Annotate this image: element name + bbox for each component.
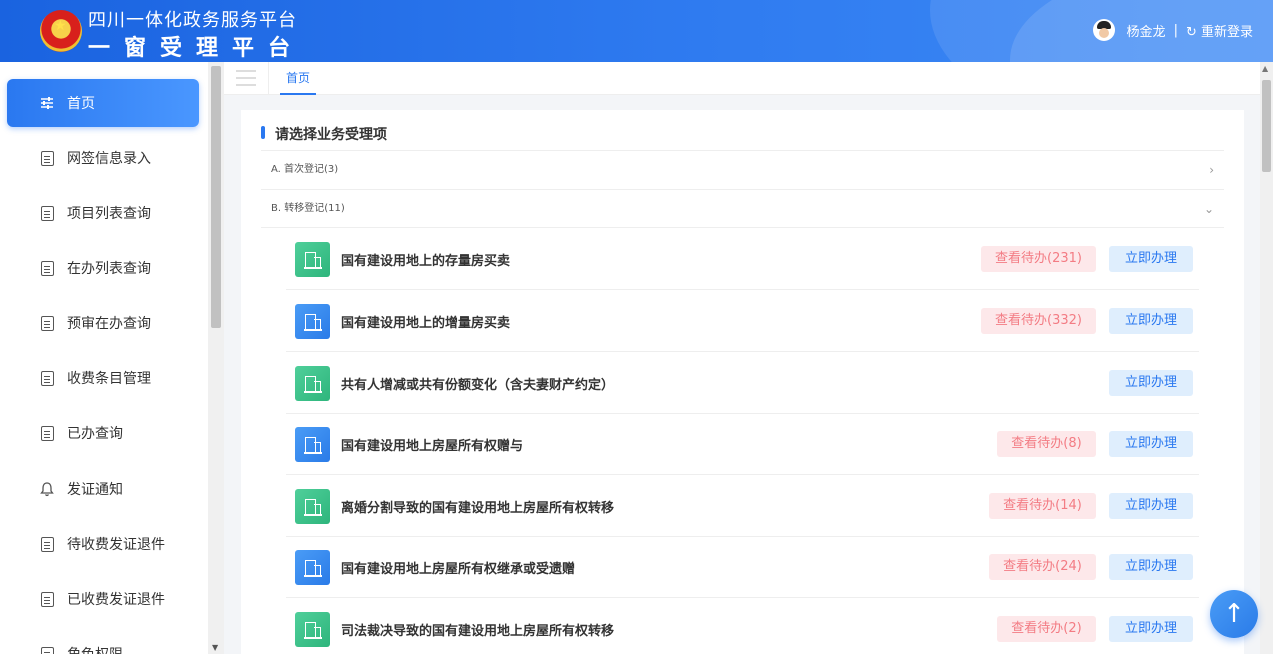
sidebar-item-label: 角色权限 — [67, 644, 123, 654]
sidebar-item-label: 首页 — [67, 96, 95, 112]
sidebar-scrollbar[interactable]: ▼ — [208, 62, 224, 654]
view-pending-button[interactable]: 查看待办(14) — [989, 493, 1096, 519]
building-icon — [295, 489, 330, 524]
list-item: 国有建设用地上的存量房买卖 查看待办(231) 立即办理 — [286, 228, 1199, 290]
chevron-right-icon: › — [1209, 163, 1214, 177]
sidebar-item-fee-management[interactable]: 收费条目管理 — [7, 354, 199, 402]
chevron-down-icon: ⌄ — [1203, 202, 1214, 216]
business-name: 国有建设用地上房屋所有权赠与 — [341, 439, 524, 454]
document-icon — [39, 370, 55, 386]
refresh-icon: ↻ — [1185, 24, 1201, 40]
relogin-button[interactable]: ↻ 重新登录 — [1186, 21, 1253, 40]
username: 杨金龙 — [1126, 24, 1166, 40]
scroll-up-arrow-icon[interactable]: ▲ — [1262, 64, 1268, 73]
divider — [268, 62, 269, 95]
tab-bar: 首页 — [224, 62, 1260, 95]
sidebar-item-label: 预审在办查询 — [67, 316, 151, 332]
building-icon — [295, 550, 330, 585]
view-pending-button[interactable]: 查看待办(231) — [981, 246, 1096, 272]
sidebar-item-label: 在办列表查询 — [67, 261, 151, 277]
building-icon — [295, 242, 330, 277]
sidebar-item-contract-entry[interactable]: 网签信息录入 — [7, 134, 199, 182]
menu-toggle-icon[interactable] — [236, 70, 256, 86]
main-scrollbar[interactable]: ▲ — [1260, 62, 1273, 654]
list-item: 离婚分割导致的国有建设用地上房屋所有权转移 查看待办(14) 立即办理 — [286, 475, 1199, 537]
list-item: 共有人增减或共有份额变化（含夫妻财产约定） 立即办理 — [286, 352, 1199, 414]
sidebar-item-role-permissions[interactable]: 角色权限 — [7, 630, 199, 654]
handle-now-button[interactable]: 立即办理 — [1109, 493, 1193, 519]
business-name: 国有建设用地上的增量房买卖 — [341, 316, 511, 331]
sidebar-item-certificate-notice[interactable]: 发证通知 — [7, 465, 199, 513]
sidebar-item-project-list[interactable]: 项目列表查询 — [7, 189, 199, 237]
sidebar-item-pending-return[interactable]: 待收费发证退件 — [7, 520, 199, 568]
view-pending-button[interactable]: 查看待办(24) — [989, 554, 1096, 580]
building-icon — [295, 304, 330, 339]
list-item: 国有建设用地上房屋所有权赠与 查看待办(8) 立即办理 — [286, 413, 1199, 475]
list-item: 国有建设用地上房屋所有权继承或受遗赠 查看待办(24) 立即办理 — [286, 536, 1199, 598]
category-label: B. 转移登记(11) — [271, 203, 345, 214]
sidebar-item-label: 项目列表查询 — [67, 206, 151, 222]
category-label: A. 首次登记(3) — [271, 164, 339, 175]
user-area: 杨金龙 | ↻ 重新登录 — [1092, 19, 1253, 41]
document-search-icon — [39, 425, 55, 441]
view-pending-button[interactable]: 查看待办(8) — [997, 431, 1096, 457]
view-pending-button[interactable]: 查看待办(2) — [997, 616, 1096, 642]
platform-title: 四川一体化政务服务平台 — [88, 10, 297, 31]
document-icon — [39, 591, 55, 607]
building-icon — [295, 612, 330, 647]
separator: | — [1173, 22, 1178, 38]
list-item: 国有建设用地上的增量房买卖 查看待办(332) 立即办理 — [286, 290, 1199, 352]
back-to-top-button[interactable]: ↑ — [1210, 590, 1258, 638]
handle-now-button[interactable]: 立即办理 — [1109, 616, 1193, 642]
handle-now-button[interactable]: 立即办理 — [1109, 246, 1193, 272]
national-emblem-logo — [40, 10, 82, 52]
top-header: 四川一体化政务服务平台 一窗受理平台 杨金龙 | ↻ 重新登录 — [0, 0, 1273, 62]
avatar[interactable] — [1092, 19, 1115, 41]
document-icon — [39, 205, 55, 221]
relogin-label: 重新登录 — [1200, 24, 1253, 40]
business-name: 国有建设用地上的存量房买卖 — [341, 254, 511, 269]
document-icon — [39, 536, 55, 552]
building-icon — [295, 366, 330, 401]
list-item: 司法裁决导致的国有建设用地上房屋所有权转移 查看待办(2) 立即办理 — [286, 598, 1199, 654]
sidebar-item-label: 收费条目管理 — [67, 371, 151, 387]
handle-now-button[interactable]: 立即办理 — [1109, 431, 1193, 457]
panel-title: 请选择业务受理项 — [261, 124, 387, 144]
document-icon — [39, 150, 55, 166]
sidebar-item-label: 发证通知 — [67, 482, 123, 498]
handle-now-button[interactable]: 立即办理 — [1109, 308, 1193, 334]
bell-icon — [39, 481, 55, 497]
sidebar-item-label: 待收费发证退件 — [67, 537, 165, 553]
arrow-up-icon: ↑ — [1223, 599, 1245, 629]
sidebar-item-label: 已收费发证退件 — [67, 592, 165, 608]
sidebar-item-completed[interactable]: 已办查询 — [7, 409, 199, 457]
business-panel: 请选择业务受理项 A. 首次登记(3) › B. 转移登记(11) ⌄ 国有建设… — [241, 110, 1244, 654]
sidebar-item-pre-review[interactable]: 预审在办查询 — [7, 299, 199, 347]
sidebar-item-charged-return[interactable]: 已收费发证退件 — [7, 575, 199, 623]
building-icon — [295, 427, 330, 462]
business-name: 共有人增减或共有份额变化（含夫妻财产约定） — [341, 378, 615, 393]
category-transfer-registration[interactable]: B. 转移登记(11) ⌄ — [261, 189, 1224, 227]
document-icon — [39, 646, 55, 654]
document-icon — [39, 315, 55, 331]
sidebar: 首页 网签信息录入 项目列表查询 在办列表查询 预审在办查询 收费条目管理 已办… — [0, 62, 208, 654]
scroll-down-arrow-icon[interactable]: ▼ — [212, 643, 218, 652]
sidebar-item-label: 已办查询 — [67, 426, 123, 442]
scrollbar-thumb[interactable] — [211, 66, 221, 328]
handle-now-button[interactable]: 立即办理 — [1109, 370, 1193, 396]
document-icon — [39, 260, 55, 276]
view-pending-button[interactable]: 查看待办(332) — [981, 308, 1096, 334]
platform-subtitle: 一窗受理平台 — [88, 36, 305, 61]
sidebar-item-home[interactable]: 首页 — [7, 79, 199, 127]
sidebar-item-label: 网签信息录入 — [67, 151, 151, 167]
business-name: 国有建设用地上房屋所有权继承或受遗赠 — [341, 562, 576, 577]
tab-home[interactable]: 首页 — [280, 62, 317, 95]
business-name: 离婚分割导致的国有建设用地上房屋所有权转移 — [341, 501, 615, 516]
business-name: 司法裁决导致的国有建设用地上房屋所有权转移 — [341, 624, 615, 639]
handle-now-button[interactable]: 立即办理 — [1109, 554, 1193, 580]
sliders-icon — [39, 95, 55, 111]
scrollbar-thumb[interactable] — [1262, 80, 1271, 172]
category-first-registration[interactable]: A. 首次登记(3) › — [261, 150, 1224, 188]
sidebar-item-in-progress[interactable]: 在办列表查询 — [7, 244, 199, 292]
